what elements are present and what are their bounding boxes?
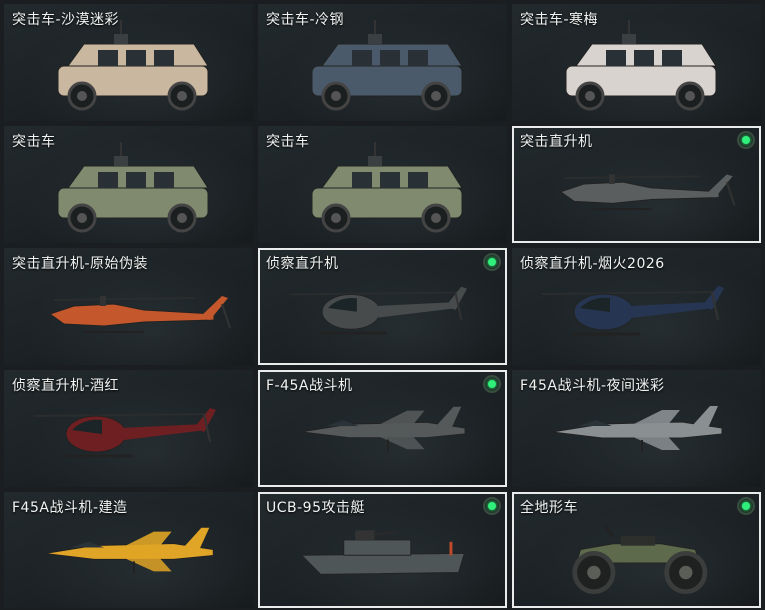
equipped-status-icon <box>737 131 755 149</box>
vehicle-card[interactable]: 突击车 <box>4 126 253 243</box>
vehicle-name: 突击车 <box>266 134 310 150</box>
vehicle-name: F-45A战斗机 <box>266 378 353 394</box>
vehicle-card[interactable]: 侦察直升机-烟火2026 <box>512 248 761 365</box>
vehicle-grid: 突击车-沙漠迷彩 突击车-冷钢 突击车-寒梅 突击车 突击车 突击直升机 突击直… <box>4 4 761 610</box>
vehicle-card[interactable]: F45A战斗机-夜间迷彩 <box>512 370 761 487</box>
vehicle-name: 突击车-冷钢 <box>266 12 345 28</box>
vehicle-name: 侦察直升机-酒红 <box>12 378 120 394</box>
vehicle-name: 突击车-寒梅 <box>520 12 599 28</box>
vehicle-name: 侦察直升机-烟火2026 <box>520 256 665 272</box>
vehicle-card[interactable]: 突击车-冷钢 <box>258 4 507 121</box>
vehicle-name: 突击车 <box>12 134 56 150</box>
vehicle-name: 侦察直升机 <box>266 256 339 272</box>
vehicle-name: F45A战斗机-夜间迷彩 <box>520 378 665 394</box>
vehicle-name: 突击车-沙漠迷彩 <box>12 12 120 28</box>
vehicle-card-selected[interactable]: UCB-95攻击艇 <box>258 492 507 608</box>
vehicle-name: 突击直升机-原始伪装 <box>12 256 149 272</box>
vehicle-name: F45A战斗机-建造 <box>12 500 128 516</box>
vehicle-card[interactable]: 突击车 <box>258 126 507 243</box>
vehicle-card[interactable]: 突击车-沙漠迷彩 <box>4 4 253 121</box>
vehicle-card[interactable]: F45A战斗机-建造 <box>4 492 253 608</box>
vehicle-card-selected[interactable]: 侦察直升机 <box>258 248 507 365</box>
equipped-status-icon <box>483 253 501 271</box>
equipped-status-icon <box>737 497 755 515</box>
vehicle-card-selected[interactable]: F-45A战斗机 <box>258 370 507 487</box>
vehicle-card[interactable]: 突击车-寒梅 <box>512 4 761 121</box>
vehicle-card-selected[interactable]: 突击直升机 <box>512 126 761 243</box>
vehicle-name: UCB-95攻击艇 <box>266 500 365 516</box>
vehicle-card-selected[interactable]: 全地形车 <box>512 492 761 608</box>
vehicle-name: 全地形车 <box>520 500 578 516</box>
equipped-status-icon <box>483 497 501 515</box>
vehicle-name: 突击直升机 <box>520 134 593 150</box>
equipped-status-icon <box>483 375 501 393</box>
vehicle-card[interactable]: 突击直升机-原始伪装 <box>4 248 253 365</box>
vehicle-card[interactable]: 侦察直升机-酒红 <box>4 370 253 487</box>
